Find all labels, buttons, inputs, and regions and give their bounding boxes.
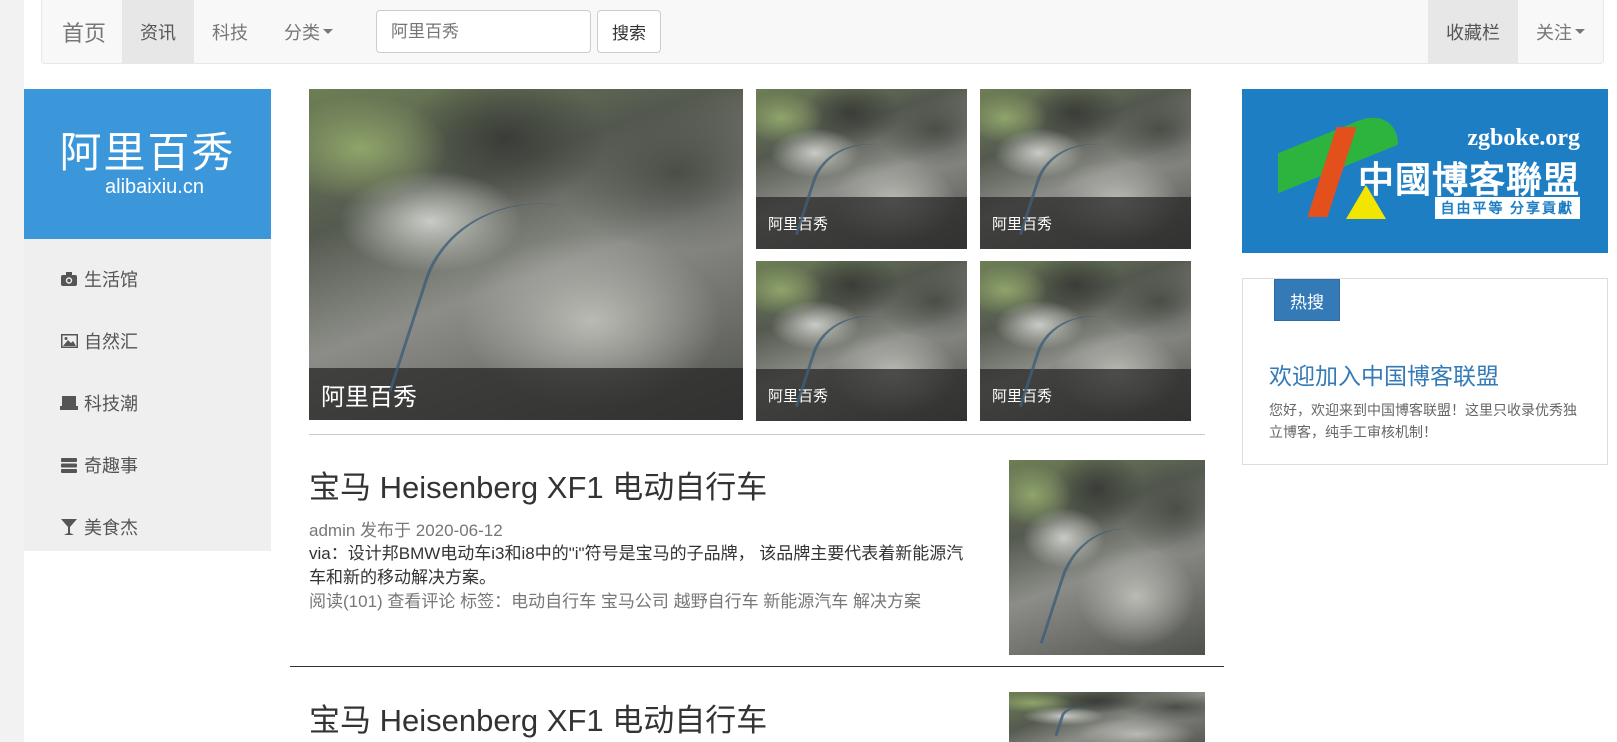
tile-caption: 阿里百秀 <box>756 369 967 421</box>
caret-down-icon <box>323 29 334 34</box>
camera-icon <box>60 270 78 288</box>
sidebar-menu: 生活馆 自然汇 科技潮 奇趣事 美食杰 <box>24 239 271 558</box>
divider <box>309 434 1205 435</box>
site-logo[interactable]: 阿里百秀 alibaixiu.cn <box>24 89 271 239</box>
featured-tile-2[interactable]: 阿里百秀 <box>980 89 1191 249</box>
featured-tile-1[interactable]: 阿里百秀 <box>756 89 967 249</box>
sidebar-item-label: 自然汇 <box>84 332 138 352</box>
sidebar-item-nature[interactable]: 自然汇 <box>24 310 271 372</box>
article-thumbnail[interactable] <box>1009 460 1205 655</box>
top-navbar: 首页 资讯 科技 分类 搜索 收藏栏 关注 <box>41 0 1604 64</box>
tile-caption: 阿里百秀 <box>756 197 967 249</box>
article-excerpt: via：设计邦BMW电动车i3和i8中的"i"符号是宝马的子品牌， 该品牌主要代… <box>309 544 964 587</box>
server-icon <box>60 456 78 474</box>
sidebar-item-label: 科技潮 <box>84 394 138 414</box>
article-footer: 阅读(101) 查看评论 标签：电动自行车 宝马公司 越野自行车 新能源汽车 解… <box>309 592 922 611</box>
nav-item-category-dropdown[interactable]: 分类 <box>266 0 351 63</box>
banner-url: zgboke.org <box>1467 125 1580 151</box>
sidebar-item-tech[interactable]: 科技潮 <box>24 372 271 434</box>
glass-icon <box>60 518 78 536</box>
tile-caption: 阿里百秀 <box>980 369 1191 421</box>
banner-name: 中國博客聯盟 <box>1357 160 1580 200</box>
page: 首页 资讯 科技 分类 搜索 收藏栏 关注 阿里百秀 alibaixiu.cn <box>0 0 1617 742</box>
logo-domain: alibaixiu.cn <box>105 176 204 198</box>
hot-description: 您好，欢迎来到中国博客联盟！这里只收录优秀独立博客，纯手工审核机制！ <box>1269 402 1577 440</box>
hot-search-panel: 热搜 欢迎加入中国博客联盟 您好，欢迎来到中国博客联盟！这里只收录优秀独立博客，… <box>1242 278 1608 465</box>
article-meta: admin 发布于 2020-06-12 <box>309 521 503 540</box>
nav-item-news[interactable]: 资讯 <box>122 0 195 63</box>
blog-union-banner[interactable]: zgboke.org 中國博客聯盟 自由平等 分享貢獻 <box>1242 89 1608 253</box>
left-strip <box>0 0 24 742</box>
hot-search-tab[interactable]: 热搜 <box>1274 279 1340 321</box>
article-item: 宝马 Heisenberg XF1 电动自行车 <box>309 701 969 741</box>
sidebar-item-food[interactable]: 美食杰 <box>24 496 271 558</box>
caret-down-icon <box>1575 29 1585 34</box>
divider <box>290 666 1224 667</box>
banner-slogan: 自由平等 分享貢獻 <box>1434 197 1580 219</box>
search-form: 搜索 <box>376 10 661 53</box>
tile-caption: 阿里百秀 <box>980 197 1191 249</box>
search-button[interactable]: 搜索 <box>597 10 661 53</box>
article-title[interactable]: 宝马 Heisenberg XF1 电动自行车 <box>309 701 969 741</box>
article-thumbnail[interactable] <box>1009 692 1205 742</box>
article-item: 宝马 Heisenberg XF1 电动自行车 admin 发布于 2020-0… <box>309 468 969 614</box>
nav-right: 收藏栏 关注 <box>1428 0 1603 63</box>
featured-main-image[interactable]: 阿里百秀 <box>309 89 743 420</box>
sidebar-item-life[interactable]: 生活馆 <box>24 248 271 310</box>
laptop-icon <box>60 394 78 412</box>
nav-item-follow-dropdown[interactable]: 关注 <box>1518 0 1603 63</box>
sidebar: 阿里百秀 alibaixiu.cn 生活馆 自然汇 科技潮 奇趣事 美食杰 <box>24 89 271 551</box>
nav-item-favorites[interactable]: 收藏栏 <box>1428 0 1518 63</box>
sidebar-item-label: 奇趣事 <box>84 456 138 476</box>
search-input[interactable] <box>376 10 591 53</box>
sidebar-item-label: 美食杰 <box>84 518 138 538</box>
nav-item-tech[interactable]: 科技 <box>194 0 266 63</box>
sidebar-item-fun[interactable]: 奇趣事 <box>24 434 271 496</box>
featured-tile-3[interactable]: 阿里百秀 <box>756 261 967 421</box>
nav-item-category-label: 分类 <box>284 22 321 43</box>
hot-title-link[interactable]: 欢迎加入中国博客联盟 <box>1269 357 1499 391</box>
nav-left: 首页 资讯 科技 分类 <box>42 0 351 63</box>
sidebar-item-label: 生活馆 <box>84 270 138 290</box>
nav-home-brand[interactable]: 首页 <box>42 0 122 63</box>
featured-tile-4[interactable]: 阿里百秀 <box>980 261 1191 421</box>
featured-main-caption: 阿里百秀 <box>309 368 743 420</box>
article-title[interactable]: 宝马 Heisenberg XF1 电动自行车 <box>309 468 969 508</box>
picture-icon <box>60 332 78 350</box>
logo-chinese: 阿里百秀 <box>59 129 236 176</box>
nav-item-follow-label: 关注 <box>1536 22 1572 43</box>
